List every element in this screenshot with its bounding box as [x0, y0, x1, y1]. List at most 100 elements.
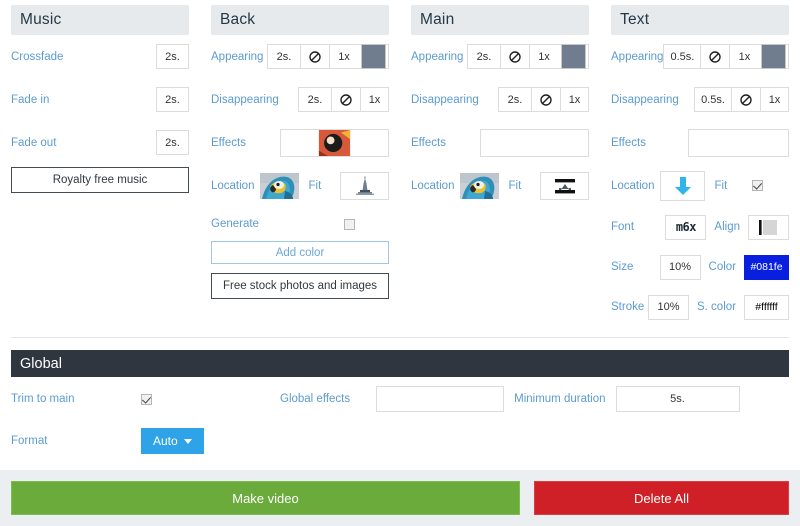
- no-entry-icon[interactable]: [300, 44, 329, 69]
- app-root: Music Crossfade 2s. Fade in 2s. Fade out…: [0, 0, 800, 526]
- text-appearing-controls: 0.5s. 1x: [663, 44, 790, 69]
- make-video-button[interactable]: Make video: [11, 481, 520, 515]
- no-entry-icon[interactable]: [731, 87, 760, 112]
- text-font-button[interactable]: m6x: [665, 214, 707, 240]
- text-disappearing-label: Disappearing: [611, 93, 679, 106]
- back-appearing-label: Appearing: [211, 50, 264, 63]
- main-location-label: Location: [411, 179, 455, 192]
- main-disappearing-duration-input[interactable]: 2s.: [498, 87, 531, 112]
- main-appearing-controls: 2s. 1x: [467, 44, 589, 69]
- row-back-generate: Generate: [211, 207, 389, 241]
- back-appearing-color-swatch[interactable]: [358, 44, 389, 69]
- main-appearing-speed-input[interactable]: 1x: [529, 44, 558, 69]
- minimum-duration-label: Minimum duration: [514, 393, 606, 405]
- text-disappearing-duration-input[interactable]: 0.5s.: [694, 87, 731, 112]
- text-disappearing-speed-input[interactable]: 1x: [760, 87, 789, 112]
- color-swatch-icon: [560, 44, 586, 69]
- main-appearing-label: Appearing: [411, 50, 464, 63]
- main-appearing-color-swatch[interactable]: [558, 44, 589, 69]
- panel-text-header: Text: [611, 5, 789, 35]
- crossfade-input[interactable]: 2s.: [156, 44, 189, 69]
- panel-main-title: Main: [420, 11, 455, 28]
- back-disappearing-duration-input[interactable]: 2s.: [298, 87, 331, 112]
- text-appearing-speed-input[interactable]: 1x: [729, 44, 759, 69]
- format-label: Format: [11, 435, 48, 447]
- no-entry-icon[interactable]: [500, 44, 529, 69]
- back-generate-label: Generate: [211, 218, 259, 230]
- royalty-free-music-button[interactable]: Royalty free music: [11, 167, 189, 193]
- main-effects-label: Effects: [411, 136, 446, 149]
- text-color-label: Color: [708, 261, 736, 273]
- text-appearing-duration-input[interactable]: 0.5s.: [663, 44, 701, 69]
- chevron-down-icon: [183, 438, 192, 444]
- text-color-input[interactable]: #081fe: [744, 254, 789, 280]
- text-stroke-input[interactable]: 10%: [648, 294, 689, 320]
- text-fit-checkbox[interactable]: [752, 180, 763, 191]
- no-entry-icon[interactable]: [700, 44, 730, 69]
- delete-all-button[interactable]: Delete All: [534, 481, 789, 515]
- fade-out-label: Fade out: [11, 136, 57, 149]
- back-location-label: Location: [211, 179, 255, 192]
- back-fit-button[interactable]: [340, 171, 389, 200]
- free-stock-photos-button[interactable]: Free stock photos and images: [211, 273, 389, 299]
- fade-out-input[interactable]: 2s.: [156, 130, 189, 155]
- row-back-disappearing: Disappearing 2s. 1x: [211, 78, 389, 121]
- text-align-label: Align: [714, 221, 740, 233]
- back-appearing-duration-input[interactable]: 2s.: [267, 44, 300, 69]
- text-appearing-color-swatch[interactable]: [758, 44, 790, 69]
- back-effects-input[interactable]: [280, 128, 389, 157]
- text-location-button[interactable]: [660, 170, 706, 201]
- panel-back-header: Back: [211, 5, 389, 35]
- row-back-location: Location Fit: [211, 164, 389, 207]
- format-auto-label: Auto: [153, 434, 178, 448]
- section-divider: [11, 337, 789, 338]
- align-left-icon: [758, 219, 777, 235]
- text-location-label: Location: [611, 179, 655, 192]
- no-entry-icon[interactable]: [531, 87, 560, 112]
- back-disappearing-speed-input[interactable]: 1x: [360, 87, 389, 112]
- trim-to-main-checkbox[interactable]: [141, 393, 152, 405]
- back-generate-checkbox[interactable]: [344, 218, 355, 230]
- panel-text-title: Text: [620, 11, 650, 28]
- crossfade-label: Crossfade: [11, 50, 64, 63]
- text-align-button[interactable]: [748, 214, 789, 240]
- trim-to-main-label: Trim to main: [11, 393, 75, 405]
- text-effects-label: Effects: [611, 136, 646, 149]
- row-main-disappearing: Disappearing 2s. 1x: [411, 78, 589, 121]
- main-fit-label: Fit: [508, 179, 522, 192]
- text-scolor-label: S. color: [697, 301, 736, 313]
- row-global-format: Format Auto: [11, 421, 789, 461]
- text-font-label: Font: [611, 221, 635, 233]
- text-size-input[interactable]: 10%: [659, 254, 701, 280]
- parrot-thumbnail-icon[interactable]: [460, 172, 500, 199]
- tower-fit-icon: [351, 175, 378, 196]
- main-fit-button[interactable]: [540, 171, 589, 200]
- settings-columns: Music Crossfade 2s. Fade in 2s. Fade out…: [0, 0, 800, 327]
- panel-music-header: Music: [11, 5, 189, 35]
- global-title: Global: [20, 355, 62, 372]
- color-swatch-icon: [760, 44, 786, 69]
- row-main-appearing: Appearing 2s. 1x: [411, 35, 589, 78]
- fade-in-input[interactable]: 2s.: [156, 87, 189, 112]
- global-effects-input[interactable]: [376, 386, 505, 412]
- back-appearing-controls: 2s. 1x: [267, 44, 389, 69]
- row-text-disappearing: Disappearing 0.5s. 1x: [611, 78, 789, 121]
- row-text-appearing: Appearing 0.5s. 1x: [611, 35, 790, 78]
- no-entry-icon[interactable]: [331, 87, 360, 112]
- back-appearing-speed-input[interactable]: 1x: [329, 44, 358, 69]
- font-sample-text: m6x: [675, 220, 697, 234]
- global-effects-label: Global effects: [280, 393, 351, 405]
- text-appearing-label: Appearing: [611, 50, 664, 63]
- parrot-thumbnail-icon[interactable]: [260, 172, 300, 199]
- text-effects-input[interactable]: [688, 128, 789, 157]
- add-color-button[interactable]: Add color: [211, 241, 389, 264]
- panel-back-title: Back: [220, 11, 256, 28]
- royalty-free-music-row: Royalty free music: [11, 167, 189, 193]
- main-effects-input[interactable]: [480, 128, 589, 157]
- text-scolor-input[interactable]: #ffffff: [744, 294, 789, 320]
- row-text-size: Size 10% Color #081fe: [611, 247, 789, 287]
- main-appearing-duration-input[interactable]: 2s.: [467, 44, 500, 69]
- format-auto-button[interactable]: Auto: [141, 428, 204, 454]
- minimum-duration-input[interactable]: 5s.: [615, 386, 740, 412]
- main-disappearing-speed-input[interactable]: 1x: [560, 87, 589, 112]
